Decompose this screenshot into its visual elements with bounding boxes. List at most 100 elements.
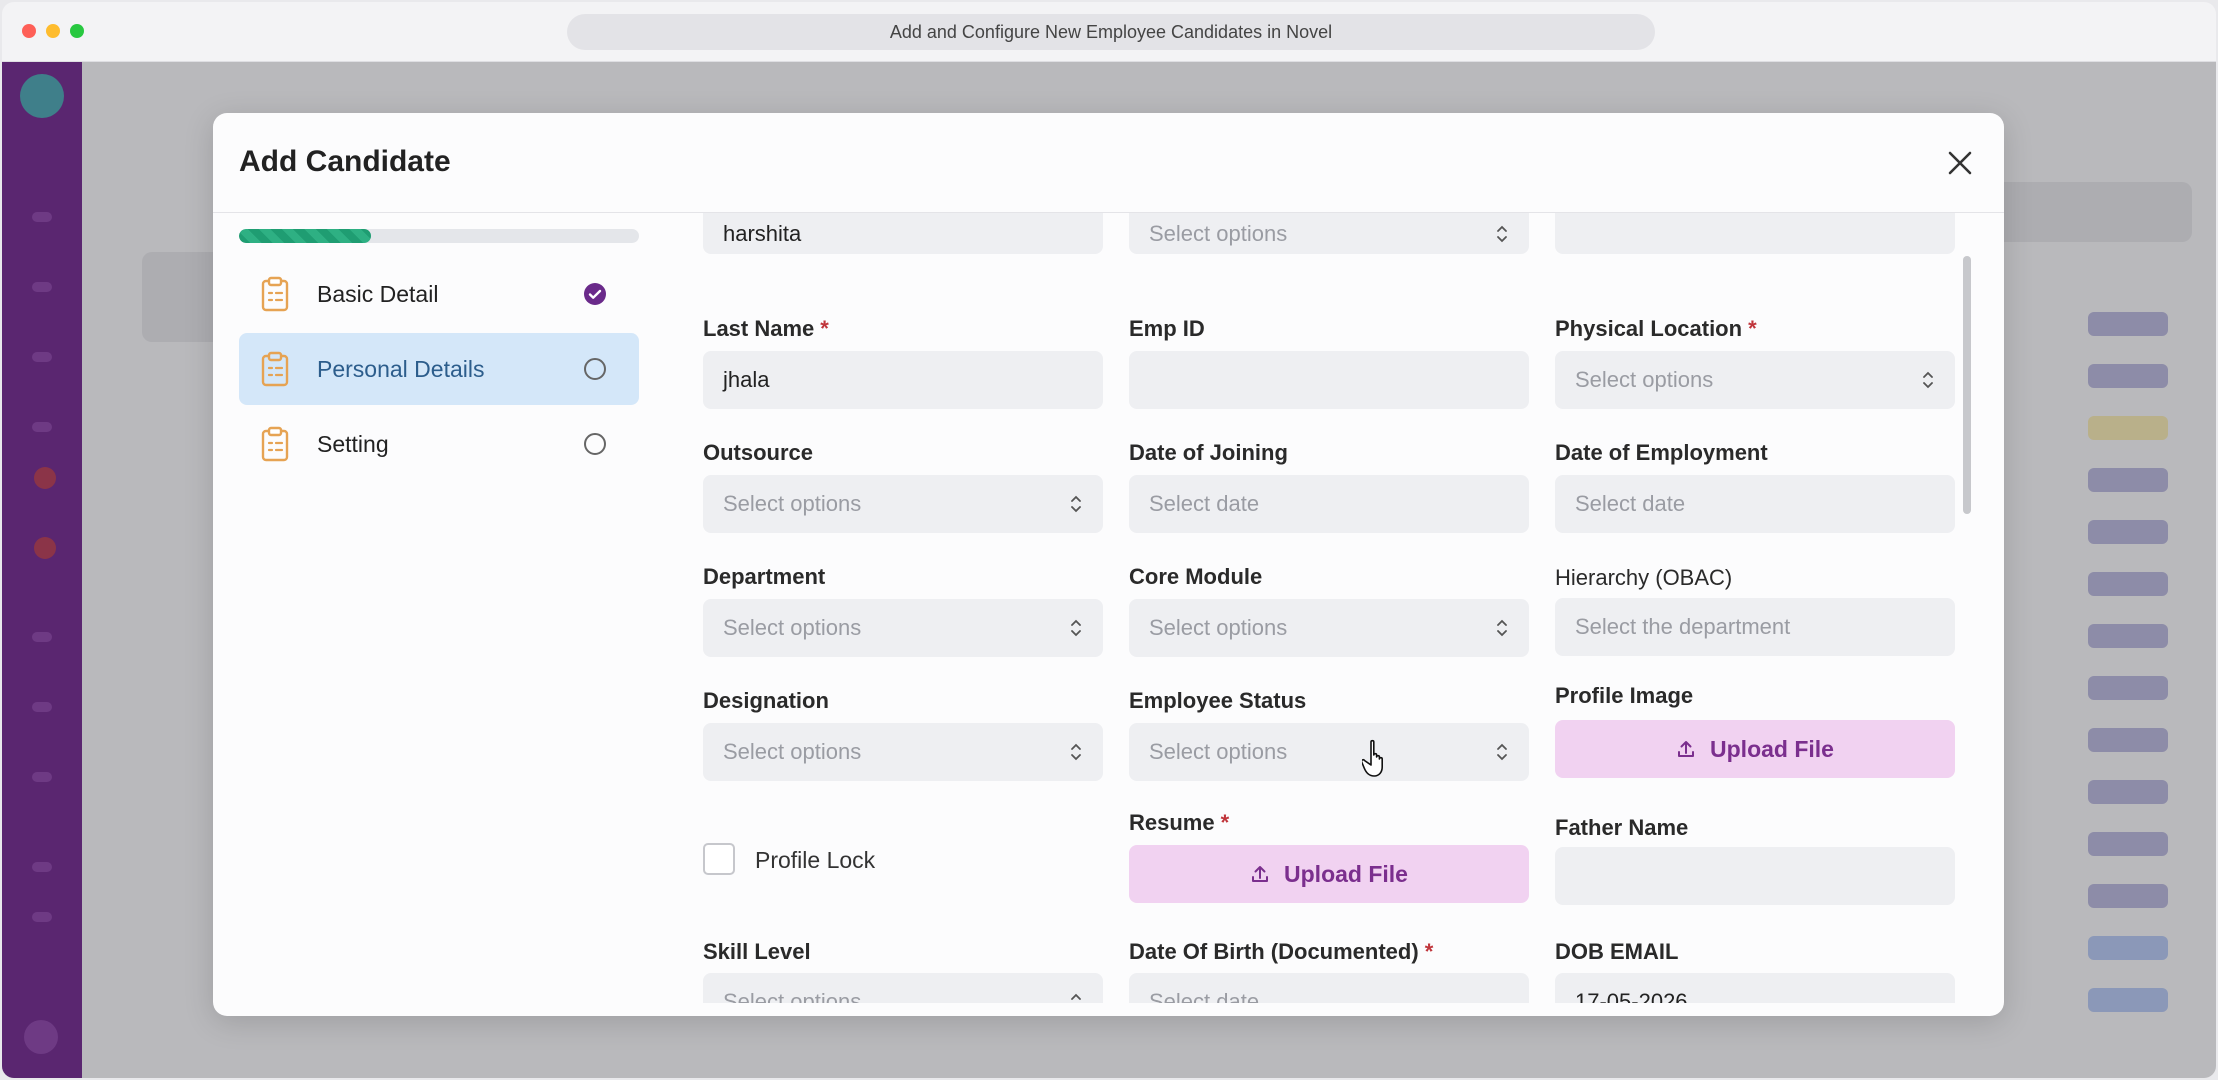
personal-details-form: harshita Select options Last Name * jhala… [703,213,1993,1003]
date-placeholder: Select date [1149,989,1260,1003]
step-label: Personal Details [317,355,485,382]
check-circle-icon [584,283,606,305]
dob-email-field[interactable]: 17-05-2026 [1555,973,1955,1003]
date-of-employment-field[interactable]: Select date [1555,475,1955,533]
hierarchy-placeholder: Select the department [1575,614,1791,639]
chevron-updown-icon [1923,371,1933,389]
resume-label: Resume * [1129,810,1230,835]
select-placeholder: Select options [1149,615,1288,640]
browser-title-bar: Add and Configure New Employee Candidate… [2,2,2216,62]
select-placeholder: Select options [723,615,862,640]
outsource-label: Outsource [703,440,814,465]
chevron-updown-icon [1071,495,1081,513]
background-status-pill [2088,988,2168,1012]
sidebar-badge [34,537,56,559]
designation-label: Designation [703,688,829,713]
last-name-value: jhala [723,367,770,392]
sidebar-icon [32,352,52,362]
hand-pointer-cursor-icon [1362,739,1383,777]
top-right-field[interactable] [1555,213,1955,254]
upload-label: Upload File [1710,735,1834,762]
background-status-pill [2088,520,2168,544]
father-name-field[interactable] [1555,847,1955,905]
close-window-button[interactable] [22,24,36,38]
employee-status-label: Employee Status [1129,688,1307,713]
chevron-updown-icon [1071,743,1081,761]
background-status-pill [2088,416,2168,440]
minimize-window-button[interactable] [46,24,60,38]
sidebar-icon [32,912,52,922]
profile-image-upload-button[interactable]: Upload File [1555,720,1955,778]
profile-lock-label: Profile Lock [755,847,876,873]
sidebar-icon [32,862,52,872]
select-placeholder: Select options [723,739,862,764]
modal-header: Add Candidate [213,113,2004,213]
resume-upload-button[interactable]: Upload File [1129,845,1529,903]
step-label: Setting [317,430,389,457]
employee-status-select[interactable]: Select options [1129,723,1529,781]
add-candidate-modal: Add Candidate Basic Detail Personal Deta… [213,113,2004,1016]
background-status-pill [2088,624,2168,648]
sidebar-icon [32,702,52,712]
sidebar-icon [32,212,52,222]
background-status-pill [2088,728,2168,752]
physical-location-select[interactable]: Select options [1555,351,1955,409]
last-name-field[interactable]: jhala [703,351,1103,409]
step-progress-bar [239,229,639,243]
select-placeholder: Select options [723,989,862,1003]
core-module-label: Core Module [1129,564,1263,589]
first-name-field[interactable]: harshita [703,213,1103,254]
emp-id-field[interactable] [1129,351,1529,409]
dob-email-label: DOB EMAIL [1555,939,1679,964]
core-module-select[interactable]: Select options [1129,599,1529,657]
empty-circle-icon [584,433,606,455]
hierarchy-field[interactable]: Select the department [1555,598,1955,656]
background-status-pill [2088,468,2168,492]
physical-location-label: Physical Location * [1555,316,1757,341]
designation-select[interactable]: Select options [703,723,1103,781]
father-name-label: Father Name [1555,815,1689,840]
clipboard-icon [261,426,289,462]
close-icon [1948,151,1972,175]
background-status-pill [2088,884,2168,908]
upload-icon [1678,741,1695,757]
background-status-pill [2088,780,2168,804]
step-basic-detail[interactable]: Basic Detail [239,258,639,330]
step-label: Basic Detail [317,280,439,307]
app-sidebar [2,62,82,1078]
background-status-pill [2088,832,2168,856]
top-middle-select[interactable]: Select options [1129,213,1529,254]
step-progress-fill [239,229,371,243]
profile-lock-checkbox[interactable] [703,843,735,875]
chevron-updown-icon [1497,619,1507,637]
user-avatar [24,1020,58,1054]
sidebar-badge [34,467,56,489]
form-scrollbar[interactable] [1963,256,1971,514]
upload-icon [1252,866,1269,882]
dob-documented-field[interactable]: Select date [1129,973,1529,1003]
step-setting[interactable]: Setting [239,408,639,480]
modal-title: Add Candidate [239,145,451,178]
outsource-select[interactable]: Select options [703,475,1103,533]
maximize-window-button[interactable] [70,24,84,38]
profile-image-label: Profile Image [1555,683,1694,708]
sidebar-icon [32,632,52,642]
background-status-pill [2088,936,2168,960]
background-status-pill [2088,676,2168,700]
dob-documented-label: Date Of Birth (Documented) * [1129,939,1434,964]
date-of-joining-field[interactable]: Select date [1129,475,1529,533]
close-modal-button[interactable] [1942,145,1978,181]
select-placeholder: Select options [723,491,862,516]
first-name-value: harshita [723,220,802,246]
clipboard-icon [261,276,289,312]
chevron-updown-icon [1497,743,1507,761]
sidebar-icon [32,422,52,432]
skill-level-select[interactable]: Select options [703,973,1103,1003]
step-personal-details[interactable]: Personal Details [239,333,639,405]
last-name-label: Last Name * [703,316,829,341]
chevron-updown-icon [1071,993,1081,1000]
emp-id-label: Emp ID [1129,316,1205,341]
clipboard-icon [261,351,289,387]
department-select[interactable]: Select options [703,599,1103,657]
sidebar-icon [32,282,52,292]
